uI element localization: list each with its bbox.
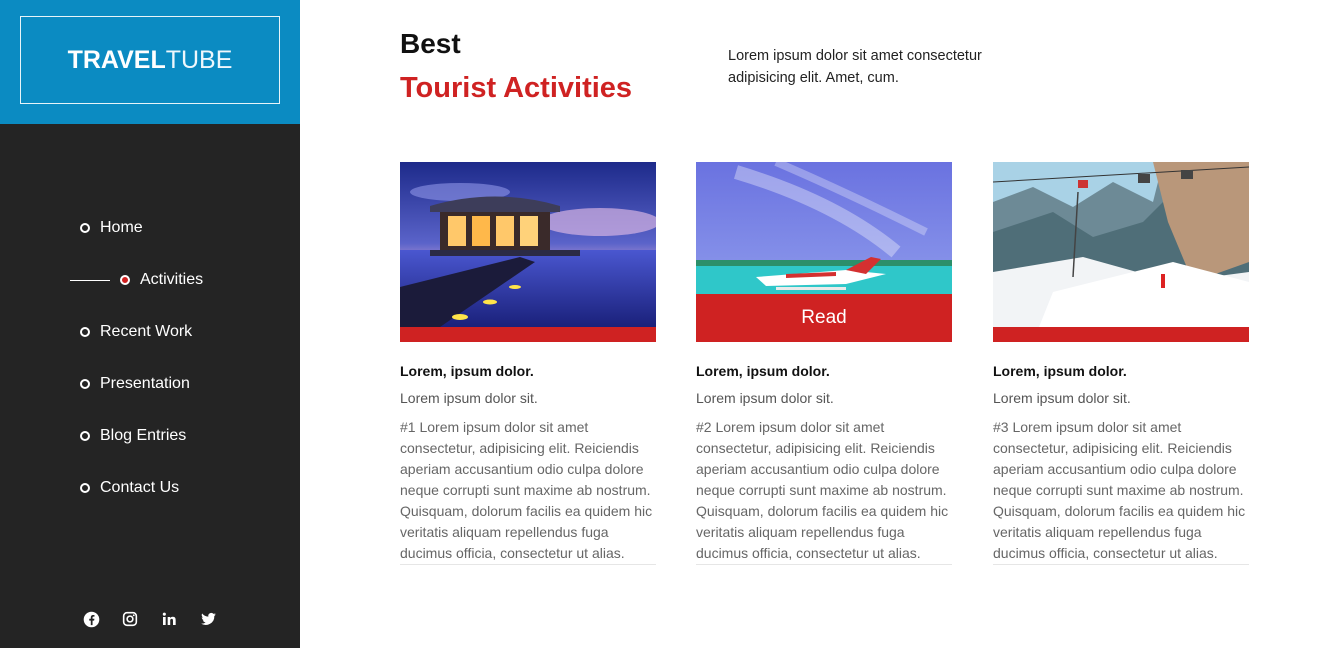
logo-area: TRAVEL TUBE xyxy=(0,0,300,124)
social-links xyxy=(82,610,217,628)
nav-bullet-active-icon xyxy=(120,275,130,285)
nav-bullet-icon xyxy=(80,223,90,233)
card-accent-bar xyxy=(400,327,656,342)
page-title: Tourist Activities xyxy=(400,72,633,104)
card-accent-bar xyxy=(993,327,1249,342)
nav-item-label: Contact Us xyxy=(100,479,180,496)
card-body: #3 Lorem ipsum dolor sit amet consectetu… xyxy=(993,417,1249,565)
main-nav: Home Activities Recent Work Presentation… xyxy=(0,202,300,514)
nav-item-activities[interactable]: Activities xyxy=(0,254,300,306)
activity-card[interactable]: Read Lorem, ipsum dolor. Lorem ipsum dol… xyxy=(696,162,952,565)
card-image xyxy=(993,162,1249,342)
nav-item-label: Recent Work xyxy=(100,323,193,340)
card-body: #2 Lorem ipsum dolor sit amet consectetu… xyxy=(696,417,952,565)
intro-text: Lorem ipsum dolor sit amet consectetur a… xyxy=(728,48,982,86)
facebook-icon[interactable] xyxy=(82,610,100,628)
logo-light-text: TUBE xyxy=(165,45,233,74)
logo-bold-text: TRAVEL xyxy=(67,45,166,74)
nav-item-label: Blog Entries xyxy=(100,427,187,444)
nav-bullet-icon xyxy=(80,483,90,493)
nav-bullet-icon xyxy=(80,327,90,337)
heading-best: Best xyxy=(400,28,461,59)
nav-bullet-icon xyxy=(80,379,90,389)
nav-item-home[interactable]: Home xyxy=(0,202,300,254)
card-title: Lorem, ipsum dolor. xyxy=(993,363,1127,379)
nav-item-label: Activities xyxy=(140,271,204,288)
nav-item-label: Presentation xyxy=(100,375,190,392)
card-image xyxy=(400,162,656,342)
card-subtitle: Lorem ipsum dolor sit. xyxy=(400,390,538,406)
logo[interactable]: TRAVEL TUBE xyxy=(20,16,280,104)
active-indicator-line xyxy=(70,280,110,281)
nav-item-blog-entries[interactable]: Blog Entries xyxy=(0,410,300,462)
activity-card[interactable]: Lorem, ipsum dolor. Lorem ipsum dolor si… xyxy=(993,162,1249,565)
card-subtitle: Lorem ipsum dolor sit. xyxy=(993,390,1131,406)
twitter-icon[interactable] xyxy=(199,610,217,628)
instagram-icon[interactable] xyxy=(121,610,139,628)
nav-item-label: Home xyxy=(100,219,143,236)
pavilion-image xyxy=(400,162,656,342)
ski-slope-image xyxy=(993,162,1249,342)
card-image: Read xyxy=(696,162,952,342)
nav-item-presentation[interactable]: Presentation xyxy=(0,358,300,410)
nav-item-contact-us[interactable]: Contact Us xyxy=(0,462,300,514)
nav-item-recent-work[interactable]: Recent Work xyxy=(0,306,300,358)
read-button[interactable]: Read xyxy=(696,294,952,342)
linkedin-icon[interactable] xyxy=(160,610,178,628)
nav-bullet-icon xyxy=(80,431,90,441)
card-subtitle: Lorem ipsum dolor sit. xyxy=(696,390,834,406)
card-title: Lorem, ipsum dolor. xyxy=(696,363,830,379)
card-title: Lorem, ipsum dolor. xyxy=(400,363,534,379)
activity-card[interactable]: Lorem, ipsum dolor. Lorem ipsum dolor si… xyxy=(400,162,656,565)
sidebar: TRAVEL TUBE Home Activities Recent Work P… xyxy=(0,0,300,648)
card-body: #1 Lorem ipsum dolor sit amet consectetu… xyxy=(400,417,656,565)
